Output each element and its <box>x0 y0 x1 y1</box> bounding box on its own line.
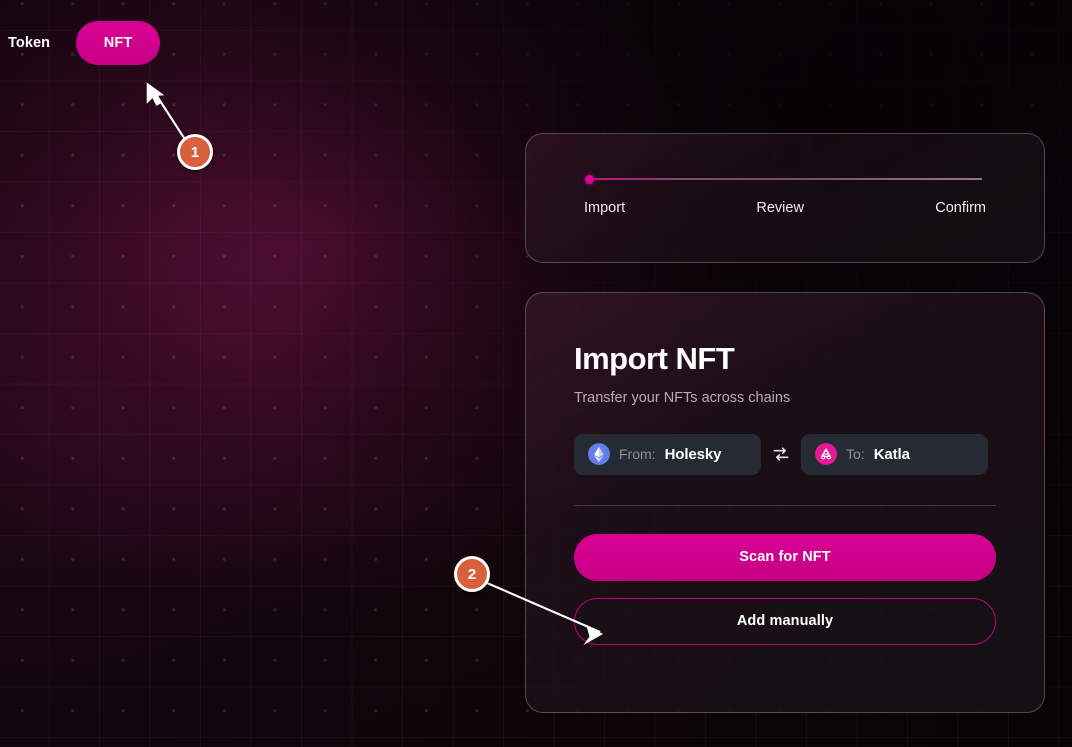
to-chain-name: Katla <box>873 445 910 463</box>
swap-arrows-icon <box>773 447 789 461</box>
stepper-step-import[interactable]: Import <box>584 200 625 216</box>
swap-chains-button[interactable] <box>761 434 801 474</box>
from-label: From: <box>619 446 656 463</box>
asset-type-tabs: Token NFT <box>0 21 161 65</box>
tab-nft[interactable]: NFT <box>76 21 161 65</box>
stepper-active-dot <box>585 174 594 184</box>
stepper-track <box>585 174 982 184</box>
progress-stepper: Import Review Confirm <box>584 174 986 216</box>
scan-for-nft-button[interactable]: Scan for NFT <box>574 533 996 581</box>
add-manually-button[interactable]: Add manually <box>574 597 996 645</box>
action-buttons: Scan for NFT Add manually <box>574 533 996 645</box>
section-divider <box>574 504 996 506</box>
app-window: Token NFT Import Review Confirm Import N… <box>0 0 1072 747</box>
to-chain-selector[interactable]: To: Katla <box>801 433 988 475</box>
taiko-icon <box>815 443 837 466</box>
from-chain-selector[interactable]: From: Holesky <box>574 433 761 475</box>
ethereum-icon <box>588 443 610 466</box>
to-label: To: <box>846 446 865 463</box>
tab-token[interactable]: Token <box>0 21 64 65</box>
page-title: Import NFT <box>574 341 735 376</box>
progress-stepper-card: Import Review Confirm <box>525 133 1045 263</box>
from-chain-name: Holesky <box>664 445 722 463</box>
import-nft-card: Import NFT Transfer your NFTs across cha… <box>525 292 1045 713</box>
stepper-step-review[interactable]: Review <box>756 200 804 216</box>
stepper-step-confirm[interactable]: Confirm <box>935 200 986 216</box>
page-subtitle: Transfer your NFTs across chains <box>574 389 791 406</box>
chain-selector-row: From: Holesky To: Katla <box>574 433 996 475</box>
stepper-labels: Import Review Confirm <box>584 200 986 216</box>
